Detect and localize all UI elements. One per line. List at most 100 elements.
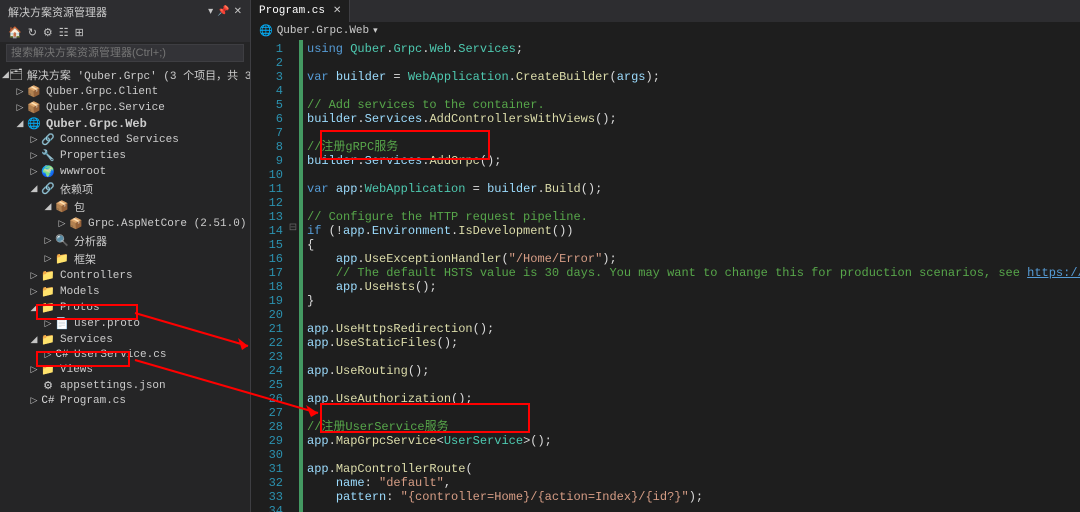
- sidebar-search: [0, 42, 250, 64]
- dropdown-icon[interactable]: ▾: [208, 6, 213, 18]
- tree-label: user.proto: [74, 318, 140, 330]
- caret-icon[interactable]: ▷: [28, 365, 40, 375]
- tree-label: 包: [74, 199, 85, 215]
- tree-item[interactable]: ▷C# Program.cs: [0, 394, 250, 408]
- tree-label: appsettings.json: [60, 380, 166, 392]
- file-icon: 🔧: [40, 149, 56, 163]
- tree-item[interactable]: ▷📄 user.proto: [0, 316, 250, 332]
- tree-label: Quber.Grpc.Service: [46, 102, 165, 114]
- tree-item[interactable]: ▷🔧 Properties: [0, 148, 250, 164]
- caret-icon[interactable]: ◢: [28, 335, 40, 345]
- tree-item[interactable]: ▷📦 Quber.Grpc.Service: [0, 100, 250, 116]
- tree-item[interactable]: ▷C#UserService.cs: [0, 348, 250, 362]
- file-icon: 📁: [40, 333, 56, 347]
- caret-icon[interactable]: ▷: [28, 151, 40, 161]
- tree-label: Quber.Grpc.Web: [46, 117, 147, 131]
- home-icon[interactable]: 🏠: [8, 26, 22, 40]
- sidebar-title: 解决方案资源管理器: [8, 4, 204, 20]
- tree-label: Program.cs: [60, 395, 126, 407]
- file-icon: 📁: [40, 285, 56, 299]
- tree-item[interactable]: ▷🔗Connected Services: [0, 132, 250, 148]
- pin-icon[interactable]: 📌: [217, 6, 229, 18]
- tree-label: Connected Services: [60, 134, 179, 146]
- caret-icon[interactable]: ◢: [2, 70, 9, 80]
- sync-icon[interactable]: ↻: [28, 26, 37, 40]
- tree-item[interactable]: ◢📁 Protos: [0, 300, 250, 316]
- sidebar-toolbar: 🏠 ↻ ⚙ ☷ ⊞: [0, 24, 250, 42]
- tree-item[interactable]: ⚙appsettings.json: [0, 378, 250, 394]
- tree-item[interactable]: ▷📦 Quber.Grpc.Client: [0, 84, 250, 100]
- solution-explorer: 解决方案资源管理器 ▾ 📌 ✕ 🏠 ↻ ⚙ ☷ ⊞ ◢ 🗂 解决方案 'Qube…: [0, 0, 251, 512]
- tree-label: 框架: [74, 251, 96, 267]
- tree-label: Controllers: [60, 270, 133, 282]
- tree-item[interactable]: ◢📦 包: [0, 198, 250, 216]
- tool-icon[interactable]: ☷: [59, 26, 69, 40]
- file-icon: C#: [40, 395, 56, 407]
- tree-label: Properties: [60, 150, 126, 162]
- project-icon: 🌐: [259, 24, 273, 38]
- line-numbers: 1234567891011121314151617181920212223242…: [251, 40, 287, 512]
- tree-label: Models: [60, 286, 100, 298]
- caret-icon[interactable]: ▷: [28, 396, 40, 406]
- tool-icon[interactable]: ⊞: [75, 26, 84, 40]
- fold-gutter[interactable]: ⊟: [287, 40, 299, 512]
- code-text[interactable]: using Quber.Grpc.Web.Services;var builde…: [303, 40, 1080, 512]
- tab-program[interactable]: Program.cs ✕: [251, 0, 350, 22]
- tree-label: 依赖项: [60, 181, 93, 197]
- sidebar-header: 解决方案资源管理器 ▾ 📌 ✕: [0, 0, 250, 24]
- caret-icon[interactable]: ▷: [28, 287, 40, 297]
- file-icon: 📁: [40, 301, 56, 315]
- file-icon: 🔗: [40, 182, 56, 196]
- tree-label: Quber.Grpc.Client: [46, 86, 158, 98]
- search-input[interactable]: [6, 44, 244, 62]
- caret-icon[interactable]: ◢: [28, 184, 40, 194]
- solution-node[interactable]: ◢ 🗂 解决方案 'Quber.Grpc' (3 个项目，共 3 个): [0, 66, 250, 84]
- tree-label: Services: [60, 334, 113, 346]
- tree-item[interactable]: ▷📁 框架: [0, 250, 250, 268]
- caret-icon[interactable]: ▷: [14, 87, 26, 97]
- caret-icon[interactable]: ▷: [42, 350, 54, 360]
- file-icon: 📁: [40, 269, 56, 283]
- caret-icon[interactable]: ▷: [42, 319, 54, 329]
- tree-label: Protos: [60, 302, 100, 314]
- caret-icon[interactable]: ▷: [28, 167, 40, 177]
- file-icon: 📄: [54, 317, 70, 331]
- tree-item[interactable]: ◢🌐Quber.Grpc.Web: [0, 116, 250, 132]
- breadcrumb-label: Quber.Grpc.Web: [277, 25, 369, 37]
- caret-icon[interactable]: ▷: [14, 103, 26, 113]
- tab-label: Program.cs: [259, 5, 325, 17]
- caret-icon[interactable]: ◢: [14, 119, 26, 129]
- tree-item[interactable]: ▷📁 Models: [0, 284, 250, 300]
- solution-label: 解决方案 'Quber.Grpc' (3 个项目，共 3 个): [27, 67, 250, 83]
- code-area[interactable]: 1234567891011121314151617181920212223242…: [251, 40, 1080, 512]
- editor-pane: Program.cs ✕ 🌐 Quber.Grpc.Web ▾ 12345678…: [251, 0, 1080, 512]
- tree-item[interactable]: ◢📁 Services: [0, 332, 250, 348]
- close-icon[interactable]: ✕: [234, 6, 242, 18]
- tree-item[interactable]: ▷🔍分析器: [0, 232, 250, 250]
- file-icon: 📦: [26, 85, 42, 99]
- file-icon: 🌍: [40, 165, 56, 179]
- tree-label: Views: [60, 364, 93, 376]
- tree-item[interactable]: ▷📦Grpc.AspNetCore (2.51.0): [0, 216, 250, 232]
- tree-item[interactable]: ▷🌍 wwwroot: [0, 164, 250, 180]
- caret-icon[interactable]: ◢: [28, 303, 40, 313]
- tree-label: wwwroot: [60, 166, 106, 178]
- caret-icon[interactable]: ▷: [56, 219, 68, 229]
- caret-icon[interactable]: ▷: [42, 254, 54, 264]
- tool-icon[interactable]: ⚙: [43, 26, 53, 40]
- caret-icon[interactable]: ▷: [28, 271, 40, 281]
- file-icon: 📦: [54, 200, 70, 214]
- tab-bar: Program.cs ✕: [251, 0, 1080, 22]
- file-icon: 📦: [26, 101, 42, 115]
- tree-item[interactable]: ◢🔗 依赖项: [0, 180, 250, 198]
- caret-icon[interactable]: ◢: [42, 202, 54, 212]
- file-icon: 🔍: [54, 234, 70, 248]
- tree-item[interactable]: ▷📁 Controllers: [0, 268, 250, 284]
- breadcrumb[interactable]: 🌐 Quber.Grpc.Web ▾: [251, 22, 1080, 40]
- caret-icon[interactable]: ▷: [42, 236, 54, 246]
- chevron-down-icon[interactable]: ▾: [373, 26, 378, 36]
- tree-item[interactable]: ▷📁Views: [0, 362, 250, 378]
- close-icon[interactable]: ✕: [333, 5, 341, 17]
- caret-icon[interactable]: ▷: [28, 135, 40, 145]
- file-icon: 📁: [54, 252, 70, 266]
